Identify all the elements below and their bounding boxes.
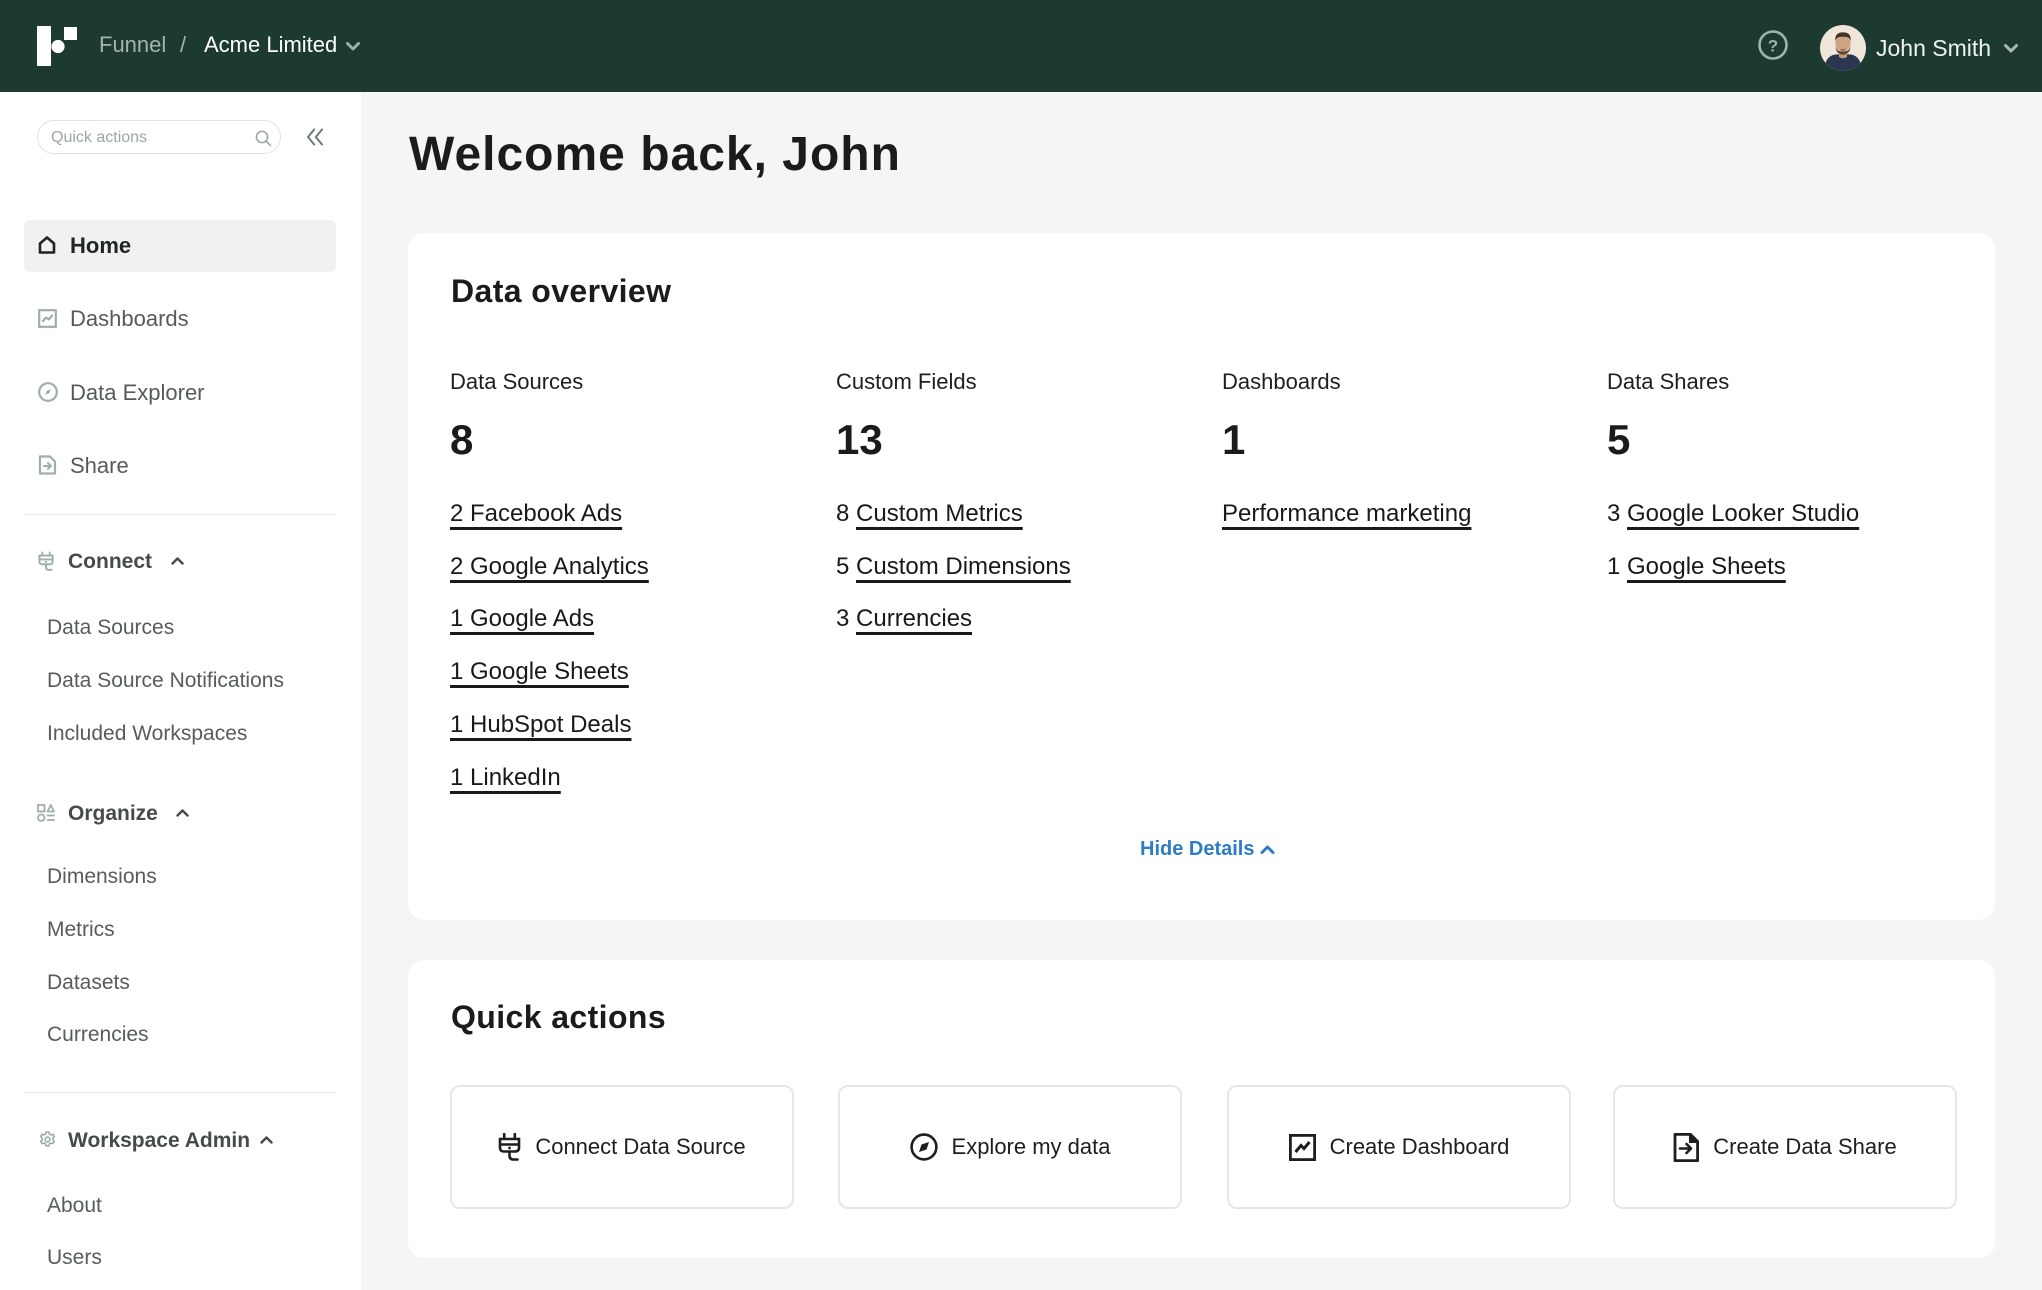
svg-text:?: ? [1768,37,1778,56]
